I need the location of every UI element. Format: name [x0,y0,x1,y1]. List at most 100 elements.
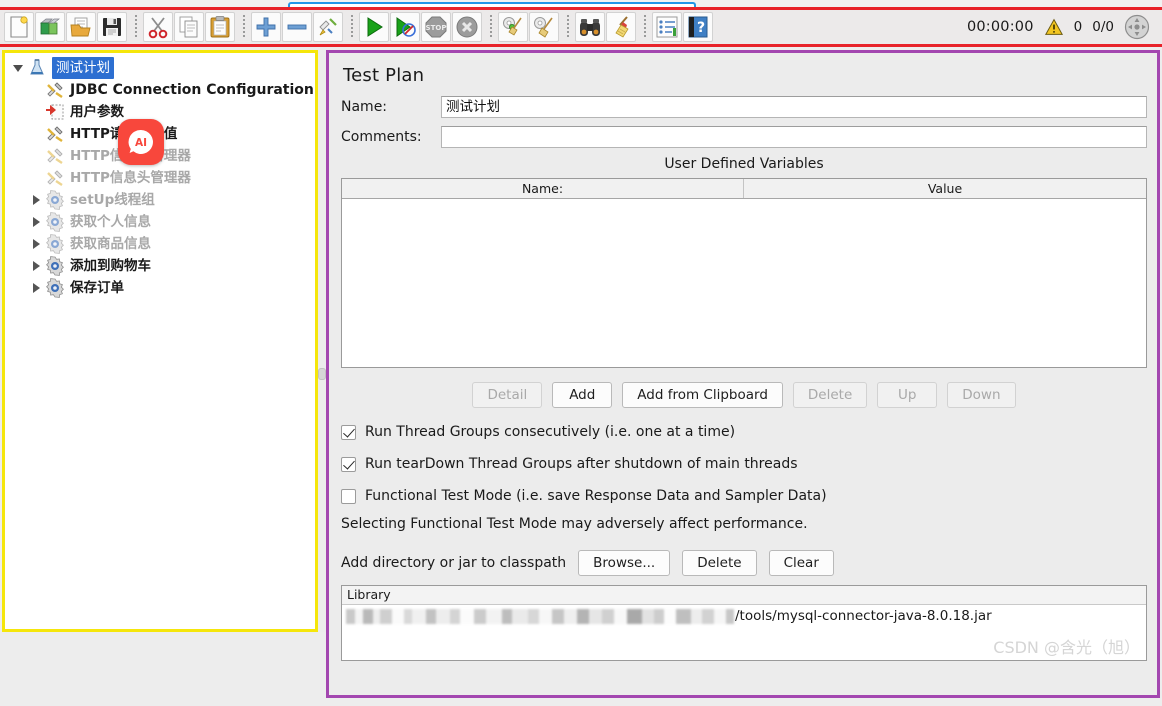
floppy-disk-icon [103,18,121,36]
paste-button[interactable] [205,12,235,42]
config-element-icon [47,170,63,186]
reset-search-button[interactable] [606,12,636,42]
twisty-expanded-icon[interactable] [9,57,27,79]
panel-splitter[interactable] [318,50,326,632]
twisty-collapsed-icon[interactable] [27,211,45,233]
start-button[interactable] [359,12,389,42]
library-path: /tools/mysql-connector-java-8.0.18.jar [735,608,992,624]
clear-all-button[interactable] [529,12,559,42]
clear-library-button[interactable]: Clear [768,550,834,576]
library-row[interactable]: /tools/mysql-connector-java-8.0.18.jar [342,605,1146,627]
chrome-ghost-text [700,0,1000,6]
twisty-placeholder [27,123,45,145]
tree-label: HTTP信息头管理器 [70,170,191,186]
twisty-collapsed-icon[interactable] [27,255,45,277]
activity-indicator-icon[interactable] [1124,14,1150,40]
tree-node-http-header-manager-2[interactable]: HTTP信息头管理器 [5,167,315,189]
thread-group-icon [46,278,64,298]
play-green-icon [367,17,383,37]
tree-label: setUp线程组 [70,192,155,208]
table-body[interactable] [342,199,1146,367]
ai-assistant-badge[interactable]: AI [118,119,164,165]
expand-all-button[interactable] [251,12,281,42]
comments-label: Comments: [341,129,422,145]
twisty-placeholder [27,101,45,123]
thread-group-icon [46,256,64,276]
splitter-grip[interactable] [318,368,326,380]
shutdown-button[interactable] [452,12,482,42]
save-button[interactable] [97,12,127,42]
toolbar-separator [563,13,572,41]
warning-count: 0 [1073,19,1083,35]
tree-node-user-parameters[interactable]: 用户参数 [5,101,315,123]
thread-group-icon [46,234,64,254]
checkbox-box[interactable] [341,456,356,472]
checkbox-label: Run Thread Groups consecutively (i.e. on… [365,424,736,440]
library-column-header[interactable]: Library [342,586,1146,605]
new-document-icon [10,16,28,38]
detail-button[interactable]: Detail [472,382,543,408]
collapse-all-button[interactable] [282,12,312,42]
tree-node-setup-thread-group[interactable]: setUp线程组 [5,189,315,211]
toggle-pin-icon [319,18,337,36]
add-button[interactable]: Add [552,382,613,408]
column-header-name[interactable]: Name: [342,179,744,198]
config-element-icon [47,148,63,164]
minus-icon [287,24,307,30]
ai-speech-bubble-icon: AI [128,129,153,154]
twisty-collapsed-icon[interactable] [27,277,45,299]
copy-button[interactable] [174,12,204,42]
search-button[interactable] [575,12,605,42]
svg-text:?: ? [697,20,705,36]
warning-triangle-icon[interactable] [1044,18,1064,36]
twisty-placeholder [27,145,45,167]
new-button[interactable] [4,12,34,42]
move-up-button[interactable]: Up [877,382,938,408]
name-input[interactable]: 测试计划 [441,96,1147,118]
comments-input[interactable] [441,126,1147,148]
checkbox-box[interactable] [341,488,356,504]
twisty-collapsed-icon[interactable] [27,233,45,255]
add-from-clipboard-button[interactable]: Add from Clipboard [622,382,783,408]
cut-button[interactable] [143,12,173,42]
library-table[interactable]: Library /tools/mysql-connector-java-8.0.… [341,585,1147,661]
tree-node-test-plan[interactable]: 测试计划 [5,57,315,79]
toggle-button[interactable] [313,12,343,42]
user-defined-variables-table[interactable]: Name: Value [341,178,1147,368]
page-title: Test Plan [343,65,425,86]
tree-node-add-to-cart[interactable]: 添加到购物车 [5,255,315,277]
tree-node-jdbc-connection-configuration[interactable]: JDBC Connection Configuration [5,79,315,101]
tree-node-save-order[interactable]: 保存订单 [5,277,315,299]
broom-gear-green-icon [503,17,522,36]
shutdown-x-icon [456,16,478,38]
tree-node-get-product-info[interactable]: 获取商品信息 [5,233,315,255]
toolbar-separator [239,13,248,41]
window-chrome-sliver [0,0,1162,7]
svg-text:STOP: STOP [426,24,447,32]
config-element-icon [47,126,63,142]
column-header-value[interactable]: Value [744,179,1146,198]
stop-button[interactable]: STOP [421,12,451,42]
test-plan-tree-panel[interactable]: 测试计划 JDBC Connection Configuration 用户参数 … [2,50,318,632]
delete-variable-button[interactable]: Delete [792,382,868,408]
run-consecutively-checkbox[interactable]: Run Thread Groups consecutively (i.e. on… [341,424,1147,440]
watermark: CSDN @含光（旭） [993,638,1140,657]
functional-test-mode-checkbox[interactable]: Functional Test Mode (i.e. save Response… [341,488,1147,504]
clear-button[interactable] [498,12,528,42]
tree-label: 获取商品信息 [70,236,151,252]
tree-node-get-personal-info[interactable]: 获取个人信息 [5,211,315,233]
browse-button[interactable]: Browse... [578,550,671,576]
open-button[interactable] [66,12,96,42]
delete-library-button[interactable]: Delete [682,550,757,576]
broom-gear-icon [534,17,553,38]
templates-button[interactable] [35,12,65,42]
twisty-collapsed-icon[interactable] [27,189,45,211]
run-teardown-checkbox[interactable]: Run tearDown Thread Groups after shutdow… [341,456,1147,472]
checkbox-box[interactable] [341,424,356,440]
start-no-pauses-button[interactable] [390,12,420,42]
svg-text:AI: AI [135,137,147,149]
help-button[interactable]: ? [683,12,713,42]
function-helper-button[interactable] [652,12,682,42]
move-down-button[interactable]: Down [947,382,1016,408]
elapsed-timer: 00:00:00 [966,19,1034,35]
